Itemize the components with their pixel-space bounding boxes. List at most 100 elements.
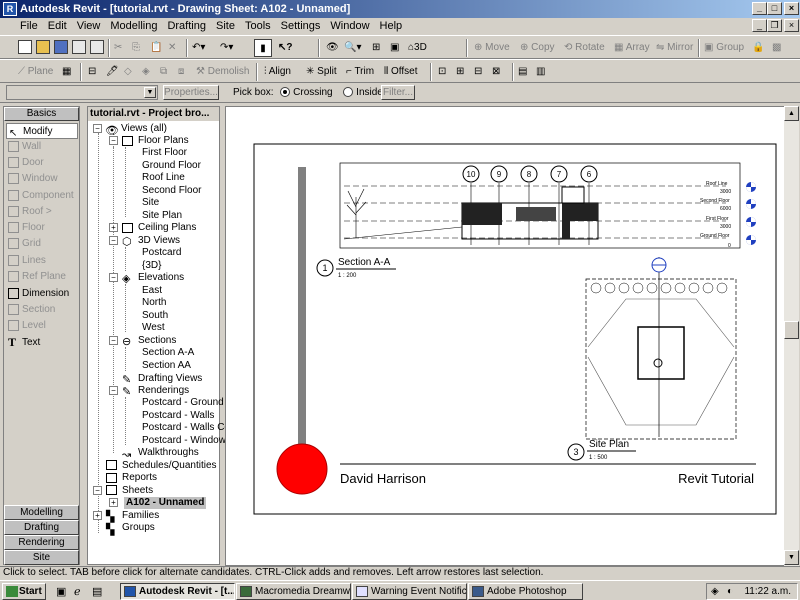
tool-modify[interactable]: ↖ Modify xyxy=(6,123,78,139)
scroll-thumb[interactable] xyxy=(784,321,799,339)
tag-icon[interactable]: ⊞ xyxy=(456,63,464,81)
tool-text[interactable]: T Text xyxy=(6,335,78,351)
view-eye-icon[interactable]: 👁 xyxy=(326,39,339,57)
mirror-button[interactable]: ⇋ Mirror xyxy=(656,39,693,57)
tree-east[interactable]: East xyxy=(142,285,162,297)
plane-button[interactable]: ⟋ Plane xyxy=(18,63,53,81)
tree-section-aa[interactable]: Section AA xyxy=(142,360,191,372)
tool-dimension[interactable]: Dimension xyxy=(6,286,78,302)
lock-icon[interactable]: 🔒 xyxy=(752,39,764,57)
taskbar-photoshop[interactable]: Adobe Photoshop xyxy=(468,583,583,600)
measure-icon[interactable]: ⊟ xyxy=(88,63,96,81)
open-icon[interactable] xyxy=(36,39,52,57)
tree-walkthroughs[interactable]: Walkthroughs xyxy=(138,447,199,459)
pin-icon[interactable]: ▩ xyxy=(772,39,781,57)
demolish-button[interactable]: ⚒ Demolish xyxy=(196,63,249,81)
menu-window[interactable]: Window xyxy=(325,18,374,35)
hatch-icon[interactable]: ▦ xyxy=(62,63,71,81)
group-button[interactable]: ▣ Group xyxy=(704,39,744,57)
sections-toggle[interactable]: − xyxy=(109,336,118,345)
tool-door[interactable]: Door xyxy=(6,155,78,171)
grid-view-icon[interactable]: ⊞ xyxy=(372,39,380,57)
doc-restore-button[interactable]: ❐ xyxy=(767,19,782,32)
ceiling-plans-toggle[interactable]: + xyxy=(109,223,118,232)
rotate-button[interactable]: ⟲ Rotate xyxy=(564,39,605,57)
align-button[interactable]: ⫶ Align xyxy=(264,63,291,81)
move-button[interactable]: ⊕ Move xyxy=(474,39,510,57)
menu-settings[interactable]: Settings xyxy=(276,18,326,35)
trim-button[interactable]: ⌐ Trim xyxy=(346,63,374,81)
tree-site[interactable]: Site xyxy=(142,197,159,209)
split-face-icon[interactable]: ◈ xyxy=(142,63,150,81)
zoom-icon[interactable]: 🔍▾ xyxy=(344,39,361,57)
print-preview-icon[interactable] xyxy=(72,39,88,57)
sheets-toggle[interactable]: − xyxy=(93,486,102,495)
taskbar-warning[interactable]: Warning Event Notific... xyxy=(352,583,467,600)
tool-floor[interactable]: Floor xyxy=(6,220,78,236)
3d-views-toggle[interactable]: − xyxy=(109,236,118,245)
thin-lines-icon[interactable]: ▮ xyxy=(254,39,272,57)
tree-schedules[interactable]: Schedules/Quantities xyxy=(122,460,217,472)
tree-first-floor[interactable]: First Floor xyxy=(142,147,187,159)
taskbar-revit[interactable]: Autodesk Revit - [t... xyxy=(120,583,235,600)
tab-drafting[interactable]: Drafting xyxy=(4,520,79,535)
maximize-button[interactable]: □ xyxy=(767,2,782,15)
type-selector[interactable]: ▼ xyxy=(6,85,158,100)
tab-site[interactable]: Site xyxy=(4,550,79,565)
menu-site[interactable]: Site xyxy=(211,18,240,35)
tree-second-floor[interactable]: Second Floor xyxy=(142,185,201,197)
tree-postcard[interactable]: Postcard xyxy=(142,247,181,259)
tree-postcard-walls[interactable]: Postcard - Walls xyxy=(142,410,214,422)
copy-icon[interactable]: ⎘ xyxy=(132,39,140,57)
eyedropper-icon[interactable]: 🖊 xyxy=(106,63,119,81)
tree-families[interactable]: Families xyxy=(122,510,159,522)
delete-icon[interactable]: ✕ xyxy=(168,39,176,57)
tool-roof[interactable]: Roof > xyxy=(6,204,78,220)
menu-help[interactable]: Help xyxy=(375,18,408,35)
scale-icon[interactable]: ⊠ xyxy=(492,63,500,81)
tool-grid[interactable]: Grid xyxy=(6,236,78,252)
tab-rendering[interactable]: Rendering xyxy=(4,535,79,550)
network-icon[interactable]: ◈ xyxy=(711,584,719,599)
offset-button[interactable]: ⫴ Offset xyxy=(384,63,417,81)
tree-ground-floor[interactable]: Ground Floor xyxy=(142,160,201,172)
chevron-down-icon[interactable]: ▼ xyxy=(144,87,156,98)
doc-minimize-button[interactable]: _ xyxy=(752,19,767,32)
copy-button[interactable]: ⊕ Copy xyxy=(520,39,555,57)
volume-icon[interactable]: ◐ xyxy=(727,584,733,599)
tab-modelling[interactable]: Modelling xyxy=(4,505,79,520)
close-button[interactable]: × xyxy=(784,2,799,15)
tree-3d-default[interactable]: {3D} xyxy=(142,260,161,272)
split-button[interactable]: ✳ Split xyxy=(306,63,337,81)
tool-component[interactable]: Component xyxy=(6,188,78,204)
tree-postcard-ground[interactable]: Postcard - Ground xyxy=(142,397,224,409)
tree-elevations[interactable]: Elevations xyxy=(138,272,184,284)
properties-button[interactable]: Properties... xyxy=(163,85,219,100)
tree-ceiling-plans[interactable]: Ceiling Plans xyxy=(138,222,196,234)
vertical-scrollbar[interactable]: ▲ ▼ xyxy=(784,106,799,566)
menu-edit[interactable]: Edit xyxy=(43,18,72,35)
tool-lines[interactable]: Lines xyxy=(6,253,78,269)
tree-site-plan[interactable]: Site Plan xyxy=(142,210,182,222)
inside-radio[interactable] xyxy=(343,87,354,98)
revit-app-icon[interactable]: R xyxy=(3,2,17,16)
renderings-toggle[interactable]: − xyxy=(109,386,118,395)
minimize-button[interactable]: _ xyxy=(752,2,767,15)
tree-sections[interactable]: Sections xyxy=(138,335,176,347)
ie-quick-icon[interactable]: ℯ xyxy=(74,585,81,598)
scroll-down-button[interactable]: ▼ xyxy=(784,550,799,565)
save-icon[interactable] xyxy=(54,39,70,57)
join-icon[interactable]: ⧈ xyxy=(178,63,184,81)
dimension-icon[interactable]: ⊟ xyxy=(474,63,482,81)
tree-sheet-a102[interactable]: A102 - Unnamed xyxy=(124,497,207,509)
tree-south[interactable]: South xyxy=(142,310,168,322)
elevations-toggle[interactable]: − xyxy=(109,273,118,282)
menu-drafting[interactable]: Drafting xyxy=(162,18,211,35)
undo-icon[interactable]: ↶▾ xyxy=(192,39,205,57)
floor-plans-toggle[interactable]: − xyxy=(109,136,118,145)
print-icon[interactable] xyxy=(90,39,106,57)
tree-west[interactable]: West xyxy=(142,322,165,334)
scroll-up-button[interactable]: ▲ xyxy=(784,106,799,121)
families-toggle[interactable]: + xyxy=(93,511,102,520)
tool-wall[interactable]: Wall xyxy=(6,139,78,155)
